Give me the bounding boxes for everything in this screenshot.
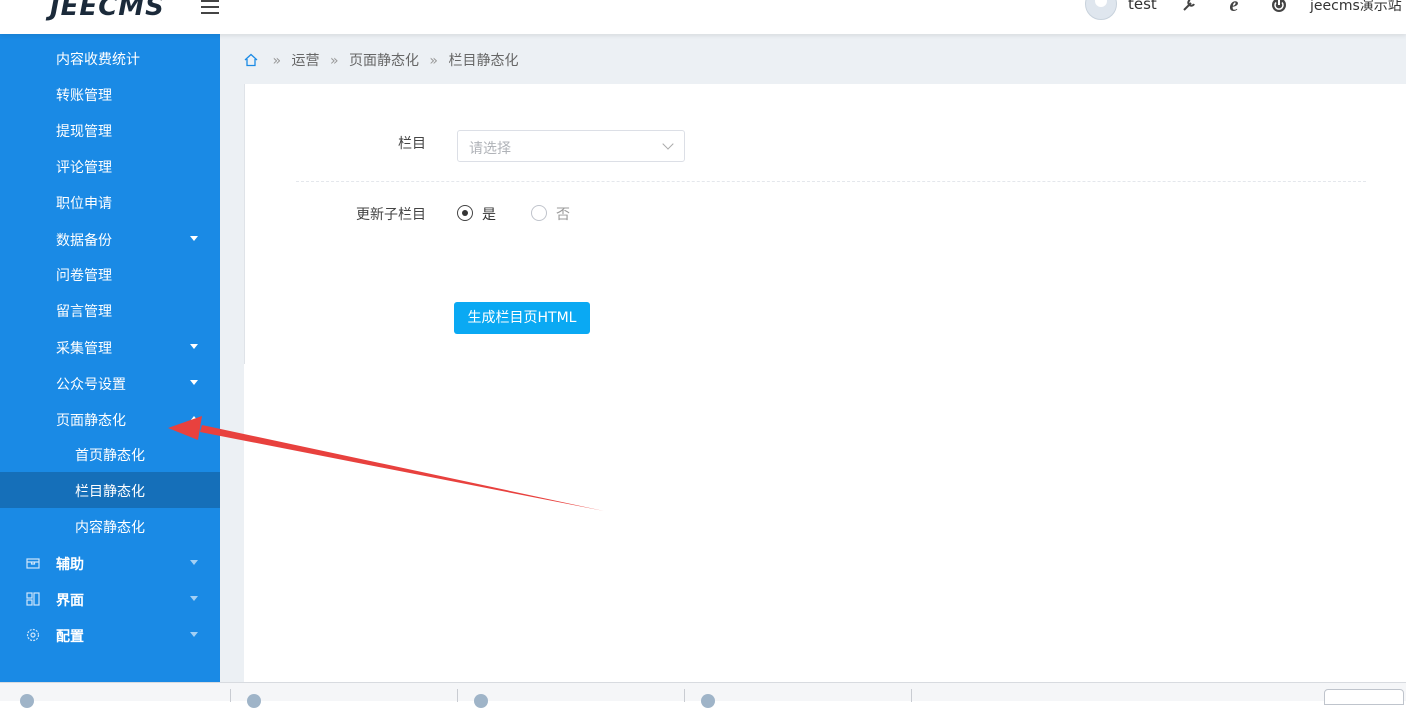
box-icon [26, 558, 40, 569]
sidebar-item-job-apply[interactable]: 职位申请 [0, 184, 220, 220]
breadcrumb-item-current: 栏目静态化 [448, 53, 519, 69]
tools-icon[interactable] [1180, 0, 1198, 14]
sidebar-item-comments[interactable]: 评论管理 [0, 148, 220, 184]
sidebar-item-static-pages[interactable]: 页面静态化 [0, 401, 220, 437]
sidebar-item-data-backup[interactable]: 数据备份 [0, 221, 220, 257]
sidebar-group-interface[interactable]: 界面 [0, 581, 220, 617]
divider [457, 689, 458, 702]
sidebar-item-static-home[interactable]: 首页静态化 [0, 436, 220, 472]
app-logo[interactable]: JEECMS [50, 0, 165, 22]
sidebar-item-collection[interactable]: 采集管理 [0, 329, 220, 365]
chevron-down-icon [190, 596, 198, 601]
chevron-down-icon [662, 138, 674, 150]
divider [244, 84, 245, 364]
taskbar [0, 682, 1406, 708]
chevron-down-icon [190, 236, 198, 241]
sidebar-item-static-column[interactable]: 栏目静态化 [0, 472, 220, 508]
window-icon[interactable] [247, 694, 261, 708]
column-select-placeholder: 请选择 [469, 141, 511, 157]
taskbar-button[interactable] [1324, 689, 1404, 705]
radio-yes[interactable] [457, 205, 473, 221]
avatar[interactable] [1085, 0, 1117, 20]
sidebar-group-assist[interactable]: 辅助 [0, 545, 220, 581]
window-icon[interactable] [474, 694, 488, 708]
gear-icon [26, 628, 40, 642]
chevron-up-icon [190, 416, 198, 421]
sidebar-item-wechat[interactable]: 公众号设置 [0, 365, 220, 401]
generate-column-html-button[interactable]: 生成栏目页HTML [454, 302, 590, 334]
column-label: 栏目 [398, 136, 426, 152]
form-card [244, 84, 1406, 682]
layout-icon [26, 592, 40, 606]
chevron-down-icon [190, 344, 198, 349]
window-icon[interactable] [701, 694, 715, 708]
chevron-down-icon [190, 380, 198, 385]
sidebar-item-survey[interactable]: 问卷管理 [0, 256, 220, 292]
sidebar-item-transfer[interactable]: 转账管理 [0, 76, 220, 112]
chevron-down-icon [190, 632, 198, 637]
browser-icon[interactable]: e [1225, 0, 1243, 15]
breadcrumb-item[interactable]: 运营 [291, 53, 319, 69]
sidebar-group-config[interactable]: 配置 [0, 617, 220, 653]
radio-yes-label[interactable]: 是 [482, 204, 496, 224]
divider [296, 181, 1366, 182]
username[interactable]: test [1128, 0, 1157, 13]
sidebar-item-static-content[interactable]: 内容静态化 [0, 508, 220, 544]
breadcrumb-item[interactable]: 页面静态化 [349, 53, 419, 69]
sidebar: 内容收费统计 转账管理 提现管理 评论管理 职位申请 数据备份 问卷管理 留言管… [0, 34, 220, 682]
window-icon[interactable] [20, 694, 34, 708]
divider [911, 689, 912, 702]
power-icon[interactable] [1270, 0, 1288, 14]
radio-no-label[interactable]: 否 [556, 204, 570, 224]
menu-toggle-icon[interactable] [201, 0, 219, 14]
top-header: JEECMS test e jeecms演示站 ˅ [0, 0, 1406, 34]
radio-no[interactable] [531, 205, 547, 221]
home-icon[interactable] [244, 53, 258, 67]
sidebar-item-content-charge-stats[interactable]: 内容收费统计 [0, 40, 220, 76]
divider [684, 689, 685, 702]
site-switcher[interactable]: jeecms演示站 ˅ [1310, 0, 1406, 15]
column-select[interactable]: 请选择 [457, 130, 685, 162]
chevron-down-icon [190, 560, 198, 565]
breadcrumb: » 运营 » 页面静态化 » 栏目静态化 [244, 50, 518, 70]
divider [230, 689, 231, 702]
update-children-label: 更新子栏目 [356, 207, 426, 223]
sidebar-item-guestbook[interactable]: 留言管理 [0, 292, 220, 328]
sidebar-item-withdraw[interactable]: 提现管理 [0, 112, 220, 148]
